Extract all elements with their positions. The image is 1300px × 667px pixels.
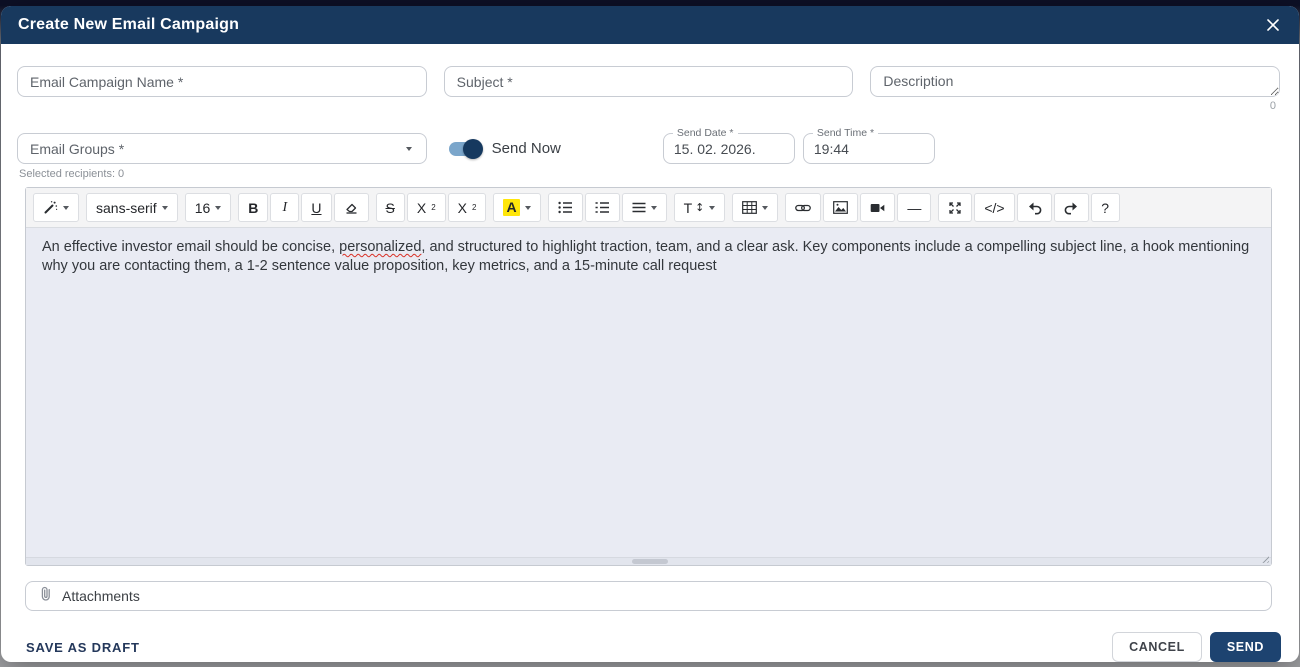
magic-wand-icon bbox=[43, 200, 58, 215]
undo-icon bbox=[1027, 201, 1042, 215]
code-view-button[interactable]: </> bbox=[974, 193, 1015, 222]
send-now-toggle[interactable] bbox=[448, 138, 483, 159]
fullscreen-button[interactable] bbox=[938, 193, 973, 222]
email-groups-label: Email Groups * bbox=[30, 140, 125, 157]
subscript-button[interactable]: X2 bbox=[447, 193, 487, 222]
create-email-campaign-modal: Create New Email Campaign 0 Email Groups… bbox=[1, 6, 1299, 662]
align-icon bbox=[632, 202, 646, 214]
ordered-list-icon bbox=[595, 201, 610, 214]
form-row-2: Email Groups * Selected recipients: 0 Se… bbox=[17, 127, 1280, 180]
font-family-value: sans-serif bbox=[96, 199, 157, 216]
font-size-dropdown[interactable]: 16 bbox=[184, 193, 232, 222]
modal-footer: SAVE AS DRAFT CANCEL SEND bbox=[26, 632, 1281, 662]
italic-button[interactable]: I bbox=[270, 193, 300, 222]
send-button[interactable]: SEND bbox=[1209, 632, 1281, 662]
save-as-draft-button[interactable]: SAVE AS DRAFT bbox=[26, 640, 140, 655]
chevron-down-icon bbox=[63, 205, 69, 210]
paperclip-icon bbox=[38, 585, 53, 607]
unordered-list-button[interactable] bbox=[547, 193, 583, 222]
subject-input[interactable] bbox=[443, 66, 854, 97]
horizontal-rule-button[interactable]: — bbox=[897, 193, 932, 222]
chevron-down-icon bbox=[709, 205, 716, 210]
chevron-down-icon bbox=[405, 146, 412, 151]
paragraph-align-button[interactable] bbox=[621, 193, 667, 222]
cancel-button[interactable]: CANCEL bbox=[1112, 632, 1202, 662]
unordered-list-icon bbox=[557, 201, 573, 214]
description-char-counter: 0 bbox=[1269, 100, 1277, 112]
attachments-field[interactable]: Attachments bbox=[25, 580, 1272, 611]
eraser-icon bbox=[344, 200, 359, 215]
selected-recipients-text: Selected recipients: 0 bbox=[19, 168, 125, 180]
clear-formatting-button[interactable] bbox=[333, 193, 369, 222]
chevron-down-icon bbox=[215, 205, 222, 210]
editor-toolbar: sans-serif 16 B I U S X 2 X 2 A T ↕ — </… bbox=[26, 188, 1271, 228]
attachments-label: Attachments bbox=[62, 587, 140, 604]
link-icon bbox=[795, 202, 812, 214]
description-textarea[interactable] bbox=[870, 66, 1281, 97]
redo-icon bbox=[1064, 201, 1079, 215]
send-date-input[interactable] bbox=[673, 140, 784, 157]
toggle-knob bbox=[462, 138, 483, 159]
font-color-button[interactable]: A bbox=[493, 193, 541, 222]
help-button[interactable]: ? bbox=[1090, 193, 1120, 222]
insert-link-button[interactable] bbox=[785, 193, 822, 222]
editor-misspelled-word: personalized bbox=[339, 239, 422, 255]
subscript-base: X bbox=[457, 199, 467, 216]
line-height-arrow-icon: ↕ bbox=[695, 201, 705, 214]
send-date-label: Send Date * bbox=[672, 127, 738, 139]
line-height-base: T bbox=[683, 199, 693, 216]
video-icon bbox=[870, 202, 885, 214]
chevron-down-icon bbox=[161, 205, 168, 210]
modal-header: Create New Email Campaign bbox=[1, 6, 1299, 44]
line-height-button[interactable]: T ↕ bbox=[673, 193, 726, 222]
modal-title: Create New Email Campaign bbox=[18, 16, 240, 33]
chevron-down-icon bbox=[524, 205, 531, 210]
send-now-label: Send Now bbox=[491, 140, 561, 157]
chevron-down-icon bbox=[762, 205, 769, 210]
editor-horizontal-scrollbar[interactable] bbox=[26, 556, 1271, 565]
campaign-name-input[interactable] bbox=[17, 66, 427, 97]
table-button[interactable] bbox=[732, 193, 779, 222]
chevron-down-icon bbox=[650, 205, 657, 210]
send-date-field[interactable]: Send Date * bbox=[662, 127, 795, 164]
strikethrough-button[interactable]: S bbox=[375, 193, 405, 222]
insert-picture-button[interactable] bbox=[823, 193, 859, 222]
table-icon bbox=[742, 201, 758, 214]
font-color-icon: A bbox=[503, 199, 520, 216]
redo-button[interactable] bbox=[1053, 193, 1089, 222]
form-row-1: 0 bbox=[17, 66, 1281, 113]
scrollbar-thumb[interactable] bbox=[632, 558, 669, 564]
editor-content[interactable]: An effective investor email should be co… bbox=[26, 228, 1271, 557]
undo-button[interactable] bbox=[1016, 193, 1052, 222]
email-groups-select[interactable]: Email Groups * bbox=[17, 133, 427, 164]
subscript-mark: 2 bbox=[472, 203, 477, 212]
editor-text: An effective investor email should be co… bbox=[42, 239, 340, 255]
editor-resize-handle[interactable] bbox=[1259, 552, 1270, 564]
ordered-list-button[interactable] bbox=[584, 193, 620, 222]
close-icon[interactable] bbox=[1265, 17, 1281, 33]
insert-video-button[interactable] bbox=[860, 193, 896, 222]
fullscreen-icon bbox=[948, 201, 962, 215]
underline-button[interactable]: U bbox=[301, 193, 332, 222]
superscript-mark: 2 bbox=[431, 203, 436, 212]
send-time-field[interactable]: Send Time * bbox=[802, 127, 935, 164]
superscript-button[interactable]: X2 bbox=[406, 193, 446, 222]
font-family-dropdown[interactable]: sans-serif bbox=[86, 193, 178, 222]
font-size-value: 16 bbox=[194, 199, 211, 216]
send-time-label: Send Time * bbox=[812, 127, 879, 139]
superscript-base: X bbox=[416, 199, 427, 216]
picture-icon bbox=[833, 201, 849, 214]
magic-style-button[interactable] bbox=[33, 193, 79, 222]
rich-text-editor: sans-serif 16 B I U S X 2 X 2 A T ↕ — </… bbox=[25, 187, 1272, 566]
send-time-input[interactable] bbox=[813, 140, 924, 157]
bold-button[interactable]: B bbox=[238, 193, 269, 222]
